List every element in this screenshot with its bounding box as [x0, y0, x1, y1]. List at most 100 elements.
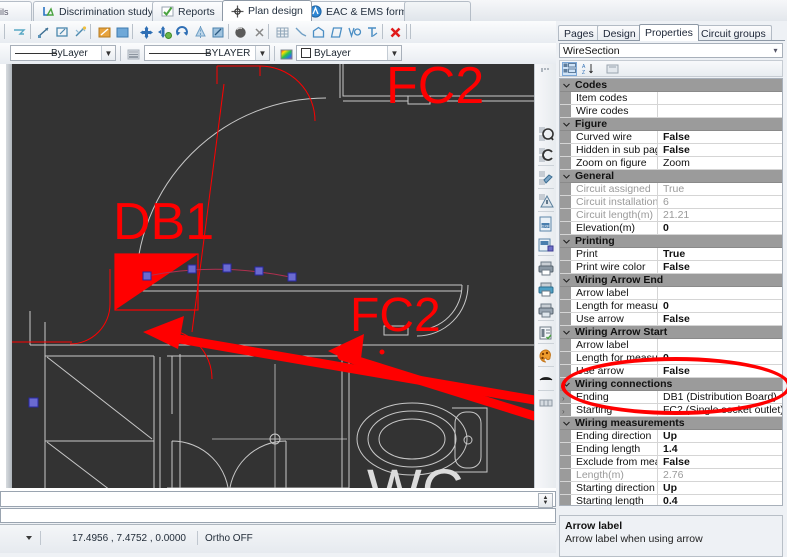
property-category-figure[interactable]: Figure — [560, 118, 782, 131]
chevron-right-icon[interactable]: › — [562, 394, 565, 403]
zoom-window-icon[interactable] — [537, 146, 555, 164]
text-icon[interactable] — [363, 23, 381, 41]
property-category-general[interactable]: General — [560, 170, 782, 183]
edit-icon[interactable] — [95, 23, 113, 41]
property-category-wiring-connections[interactable]: Wiring connections — [560, 378, 782, 391]
ortho-status[interactable]: Ortho OFF — [205, 533, 253, 544]
property-row[interactable]: Curved wire False — [560, 131, 782, 144]
command-input-line[interactable] — [0, 508, 556, 523]
palette-icon[interactable] — [537, 347, 555, 365]
property-row[interactable]: Length(m) 2.76 — [560, 469, 782, 482]
chevron-down-icon[interactable]: ▼ — [387, 46, 401, 60]
property-row[interactable]: Starting length 0.4 — [560, 495, 782, 505]
chevron-down-icon[interactable] — [563, 420, 570, 427]
color-combo[interactable]: ByLayer ▼ — [296, 45, 402, 61]
property-value[interactable]: False — [659, 365, 782, 377]
property-value[interactable]: 0 — [659, 300, 782, 312]
export-dxf-icon[interactable]: DXF — [537, 215, 555, 233]
fill-icon[interactable] — [113, 23, 131, 41]
property-row[interactable]: Arrow label — [560, 339, 782, 352]
property-value[interactable]: False — [659, 131, 782, 143]
command-history-line[interactable]: ▲ ▼ — [0, 491, 556, 508]
zoom-previous-icon[interactable] — [537, 125, 555, 143]
toolbar-grip[interactable] — [541, 68, 551, 72]
copy-icon[interactable] — [155, 23, 173, 41]
property-row[interactable]: Zoom on figure Zoom — [560, 157, 782, 170]
property-grid[interactable]: Codes Item codes Wire codes Figure Curved wi… — [559, 78, 783, 506]
property-value[interactable]: Up — [659, 482, 782, 494]
command-scroll-spinner[interactable]: ▲ ▼ — [538, 493, 553, 508]
chevron-down-icon[interactable] — [563, 173, 570, 180]
mirror-icon[interactable] — [191, 23, 209, 41]
array-icon[interactable] — [273, 23, 291, 41]
property-value[interactable]: 1.4 — [659, 443, 782, 455]
print-icon[interactable] — [537, 259, 555, 277]
offset-icon[interactable] — [209, 23, 227, 41]
property-value[interactable]: 0 — [659, 222, 782, 234]
property-value[interactable] — [659, 287, 782, 299]
chevron-down-icon[interactable] — [563, 277, 570, 284]
property-row[interactable]: Circuit length(m) 21.21 — [560, 209, 782, 222]
color-palette-icon[interactable] — [277, 45, 295, 63]
property-value[interactable]: 0 — [659, 352, 782, 364]
property-row[interactable]: Wire codes — [560, 105, 782, 118]
property-value[interactable]: 2.76 — [659, 469, 782, 481]
trim-icon[interactable] — [10, 23, 28, 41]
property-row[interactable]: Circuit installation poin6 — [560, 196, 782, 209]
property-category-wiring-arrow-start[interactable]: Wiring Arrow Start — [560, 326, 782, 339]
property-value[interactable]: Up — [659, 430, 782, 442]
rectangle-icon[interactable] — [327, 23, 345, 41]
property-value[interactable]: False — [659, 144, 782, 156]
property-row[interactable]: Item codes — [560, 92, 782, 105]
property-category-printing[interactable]: Printing — [560, 235, 782, 248]
stretch-icon[interactable] — [35, 23, 53, 41]
chevron-down-icon[interactable] — [563, 329, 570, 336]
tab-reports[interactable]: Reports — [152, 1, 224, 21]
property-row[interactable]: Starting direction Up — [560, 482, 782, 495]
lineweight-combo[interactable]: BYLAYER ▼ — [144, 45, 270, 61]
property-row[interactable]: Use arrow False — [560, 365, 782, 378]
print-setup-icon[interactable] — [537, 301, 555, 319]
dim-icon[interactable] — [537, 394, 555, 412]
linetype-combo[interactable]: ByLayer ▼ — [10, 45, 116, 61]
pan-icon[interactable] — [537, 169, 555, 187]
chevron-right-icon[interactable]: › — [562, 407, 565, 416]
tab-pages[interactable]: Pages — [558, 25, 600, 41]
property-row[interactable]: Print True — [560, 248, 782, 261]
status-dropdown-icon[interactable] — [26, 536, 32, 540]
close-red-x-icon[interactable] — [386, 23, 404, 41]
property-row[interactable]: Length for measureme0 — [560, 352, 782, 365]
property-row[interactable]: Exclude from measurerFalse — [560, 456, 782, 469]
polygon-icon[interactable] — [309, 23, 327, 41]
vdraw-icon[interactable] — [345, 23, 363, 41]
property-pages-button[interactable] — [605, 62, 620, 76]
print-preview-icon[interactable] — [537, 280, 555, 298]
chevron-down-icon[interactable]: ▼ — [255, 46, 269, 60]
alphabetical-sort-button[interactable]: A Z — [581, 62, 596, 76]
property-category-wiring-arrow-end[interactable]: Wiring Arrow End — [560, 274, 782, 287]
property-row[interactable]: Hidden in sub pagesFalse — [560, 144, 782, 157]
object-selector-combo[interactable]: WireSection ▾ — [559, 43, 783, 58]
hide-icon[interactable] — [537, 370, 555, 388]
chevron-down-icon[interactable] — [563, 238, 570, 245]
property-row[interactable]: Ending length 1.4 — [560, 443, 782, 456]
sphere-icon[interactable] — [231, 23, 249, 41]
tab-partial[interactable]: ils — [0, 1, 32, 21]
tab-design[interactable]: Design — [597, 25, 642, 41]
delete-x-icon[interactable] — [250, 23, 268, 41]
property-value[interactable]: Zoom — [659, 157, 782, 169]
lineweight-swatch-icon[interactable] — [124, 45, 142, 63]
property-value[interactable]: True — [659, 183, 782, 195]
property-value[interactable]: FC2 (Single socket outlet) — [659, 404, 782, 416]
property-row[interactable]: Print wire color False — [560, 261, 782, 274]
property-row[interactable]: › Starting FC2 (Single socket outlet) — [560, 404, 782, 417]
import-dxf-icon[interactable] — [537, 236, 555, 254]
property-value[interactable]: False — [659, 456, 782, 468]
property-row[interactable]: Length for measureme0 — [560, 300, 782, 313]
tab-properties[interactable]: Properties — [639, 24, 699, 41]
property-row[interactable]: Ending direction Up — [560, 430, 782, 443]
chevron-down-icon[interactable] — [563, 121, 570, 128]
tab-circuit-groups[interactable]: Circuit groups — [695, 25, 772, 41]
property-category-wiring-measurements[interactable]: Wiring measurements — [560, 417, 782, 430]
tab-discrimination-study[interactable]: Discrimination study — [33, 1, 162, 21]
